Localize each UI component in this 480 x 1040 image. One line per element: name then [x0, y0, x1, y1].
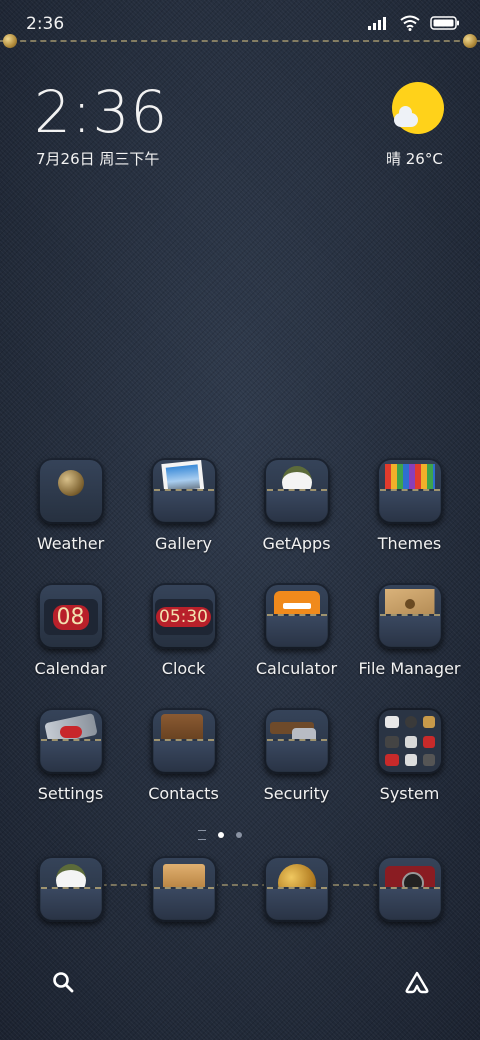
denim-pocket	[266, 887, 327, 919]
denim-pocket	[266, 489, 327, 521]
app-label: Calendar	[34, 659, 107, 678]
app-file-manager[interactable]: File Manager	[353, 583, 466, 708]
app-label: File Manager	[358, 659, 461, 678]
top-stitch-seam	[0, 40, 480, 42]
app-getapps[interactable]: GetApps	[240, 458, 353, 583]
denim-pocket	[266, 739, 327, 771]
app-label: Themes	[377, 534, 442, 553]
widget-weather[interactable]: 晴 26°C	[386, 148, 443, 169]
right-rivet	[463, 34, 477, 48]
clock-icon: 05:30	[150, 583, 217, 649]
page-indicator[interactable]	[198, 830, 242, 840]
clock-time-text: 05:30	[156, 607, 211, 627]
app-label: Clock	[161, 659, 206, 678]
denim-pocket	[40, 739, 101, 771]
themes-icon	[376, 458, 443, 524]
app-label: Contacts	[148, 784, 219, 803]
dock-app-messages[interactable]	[127, 856, 240, 936]
app-row: 08 Calendar 05:30 Clock Calculator File …	[14, 583, 466, 708]
app-row: Settings Contacts Security System	[14, 708, 466, 833]
app-clock[interactable]: 05:30 Clock	[127, 583, 240, 708]
denim-pocket	[40, 887, 101, 919]
camera-icon	[376, 856, 443, 922]
app-label: Calculator	[255, 659, 338, 678]
denim-pocket	[379, 887, 440, 919]
app-grid: Weather Gallery GetApps Themes 08 Calend…	[14, 458, 466, 833]
page-dot	[236, 832, 242, 838]
app-label: GetApps	[262, 534, 331, 553]
browser-globe-icon	[263, 856, 330, 922]
status-icons	[368, 15, 460, 31]
system-icon	[376, 708, 443, 774]
dock-app-camera[interactable]	[353, 856, 466, 936]
denim-pocket	[266, 614, 327, 646]
widget-clock[interactable]: 2:36	[34, 78, 168, 146]
app-label: Weather	[36, 534, 105, 553]
assistant-button[interactable]	[392, 957, 442, 1007]
app-security[interactable]: Security	[240, 708, 353, 833]
app-label: Gallery	[155, 534, 212, 553]
denim-pocket	[153, 489, 214, 521]
denim-pocket	[379, 489, 440, 521]
denim-pocket	[379, 614, 440, 646]
wifi-icon	[400, 15, 420, 31]
app-gallery[interactable]: Gallery	[127, 458, 240, 583]
calendar-date-text: 08	[52, 604, 89, 630]
file-manager-icon	[376, 583, 443, 649]
denim-pocket	[153, 739, 214, 771]
menu-lines-icon	[198, 830, 206, 840]
app-label: System	[379, 784, 440, 803]
getapps-icon	[263, 458, 330, 524]
app-system[interactable]: System	[353, 708, 466, 833]
signal-icon	[368, 17, 386, 30]
security-icon	[263, 708, 330, 774]
gallery-icon	[150, 458, 217, 524]
left-rivet	[3, 34, 17, 48]
weather-icon	[37, 458, 104, 524]
page-dot-active	[218, 832, 224, 838]
denim-pocket	[153, 887, 214, 919]
assistant-icon	[405, 971, 429, 994]
app-themes[interactable]: Themes	[353, 458, 466, 583]
app-calendar[interactable]: 08 Calendar	[14, 583, 127, 708]
app-calculator[interactable]: Calculator	[240, 583, 353, 708]
mi-bunny-icon	[37, 856, 104, 922]
app-label: Security	[263, 784, 330, 803]
app-row: Weather Gallery GetApps Themes	[14, 458, 466, 583]
contacts-icon	[150, 708, 217, 774]
cloud-icon	[394, 106, 418, 127]
calendar-icon: 08	[37, 583, 104, 649]
dock	[14, 856, 466, 936]
search-bar	[38, 954, 442, 1010]
calculator-icon	[263, 583, 330, 649]
app-contacts[interactable]: Contacts	[127, 708, 240, 833]
search-icon	[53, 972, 74, 993]
status-time: 2:36	[26, 14, 65, 34]
widget-date[interactable]: 7月26日 周三下午	[36, 148, 159, 169]
battery-icon	[430, 16, 459, 30]
dock-app-mi[interactable]	[14, 856, 127, 936]
messages-icon	[150, 856, 217, 922]
app-weather[interactable]: Weather	[14, 458, 127, 583]
settings-icon	[37, 708, 104, 774]
app-settings[interactable]: Settings	[14, 708, 127, 833]
dock-app-browser[interactable]	[240, 856, 353, 936]
app-label: Settings	[37, 784, 104, 803]
search-button[interactable]	[38, 957, 88, 1007]
